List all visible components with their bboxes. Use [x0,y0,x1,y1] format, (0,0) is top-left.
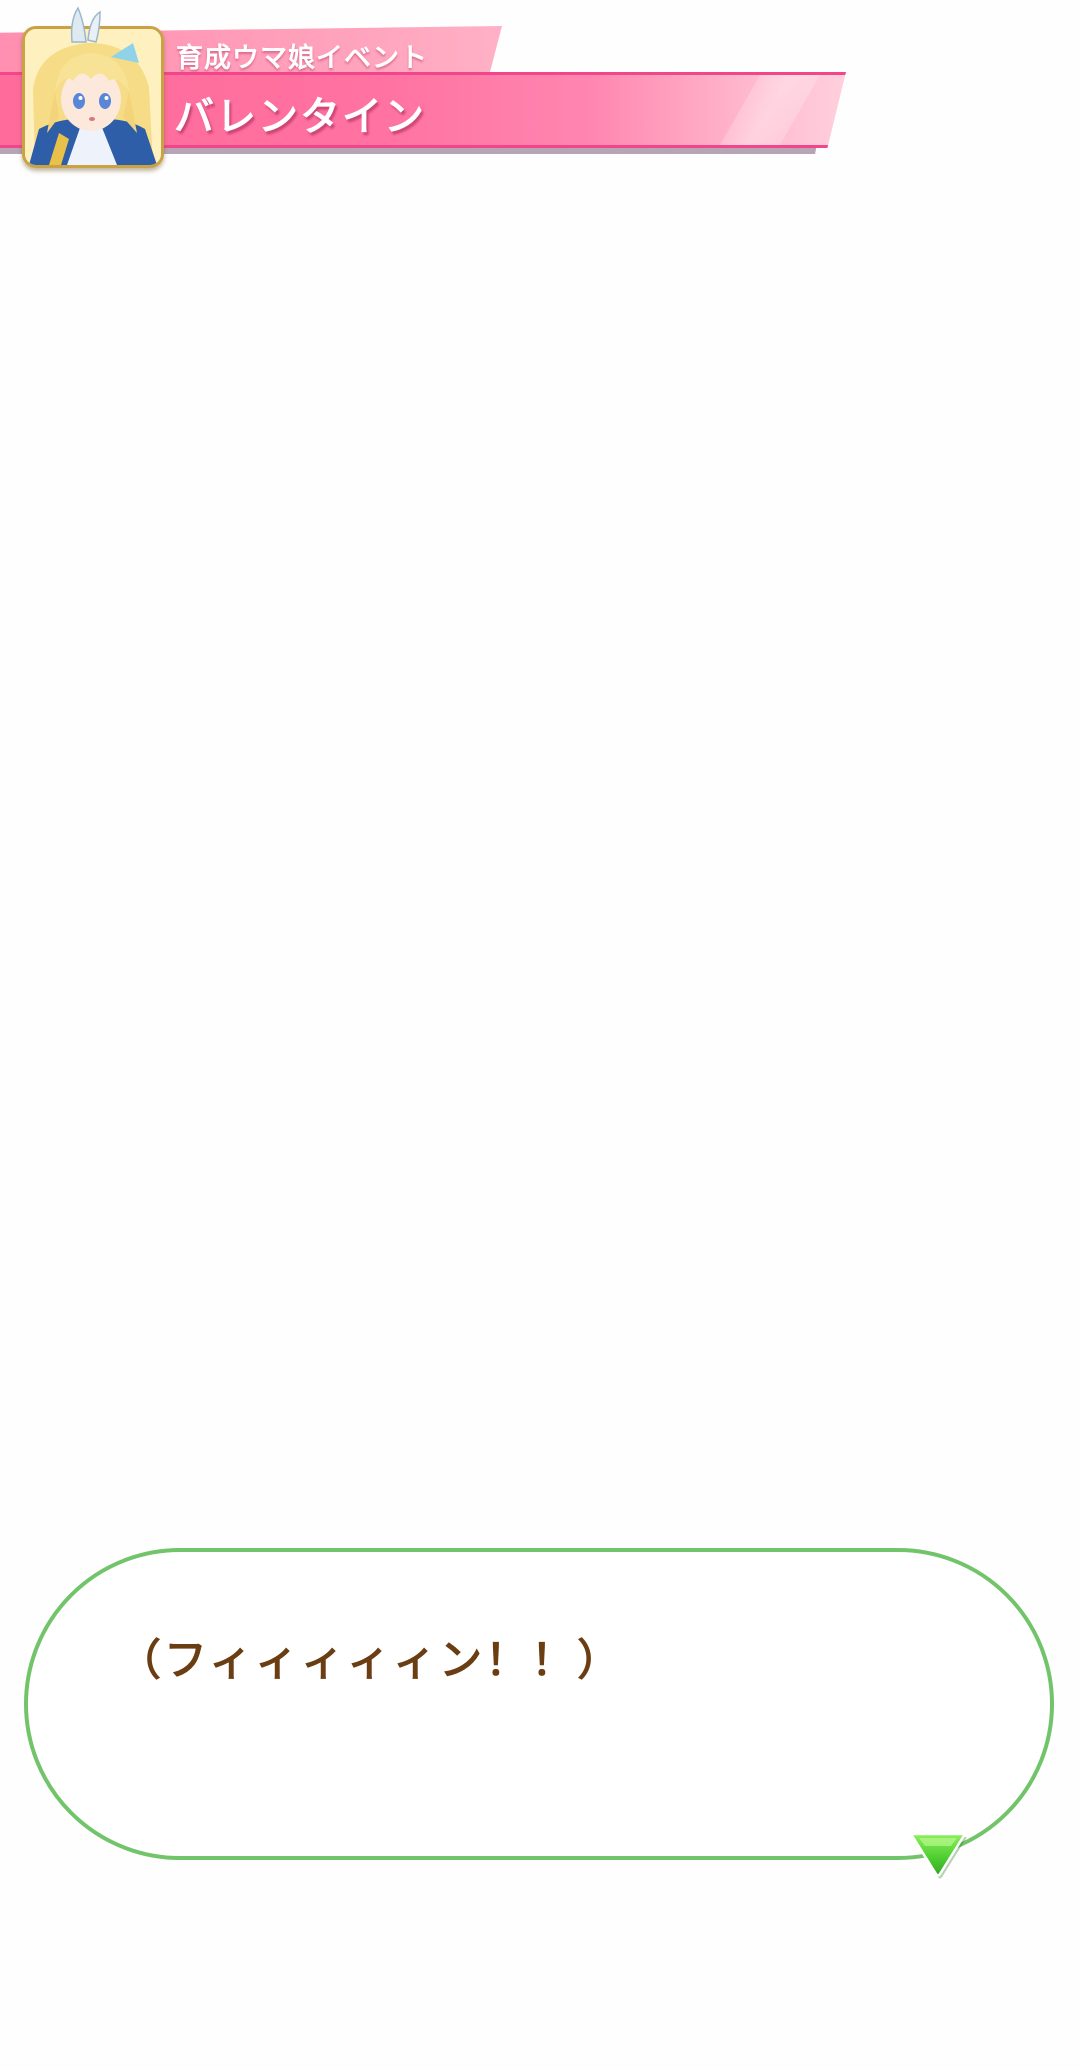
character-portrait-art [25,29,161,165]
dialog-box[interactable]: （フィィィィィン！！） [24,1548,1054,1860]
event-banner: 育成ウマ娘イベント バレンタイン [0,0,860,180]
dialog-text: （フィィィィィン！！） [118,1636,624,1686]
portrait-ear-ornament [70,6,101,43]
next-arrow-icon[interactable] [905,1828,971,1880]
event-category-label: 育成ウマ娘イベント [176,43,428,74]
event-title: バレンタイン [174,94,426,140]
story-screen[interactable]: 育成ウマ娘イベント バレンタイン （フィィィィィン！！） [0,0,1080,2070]
character-portrait-icon [22,26,164,168]
